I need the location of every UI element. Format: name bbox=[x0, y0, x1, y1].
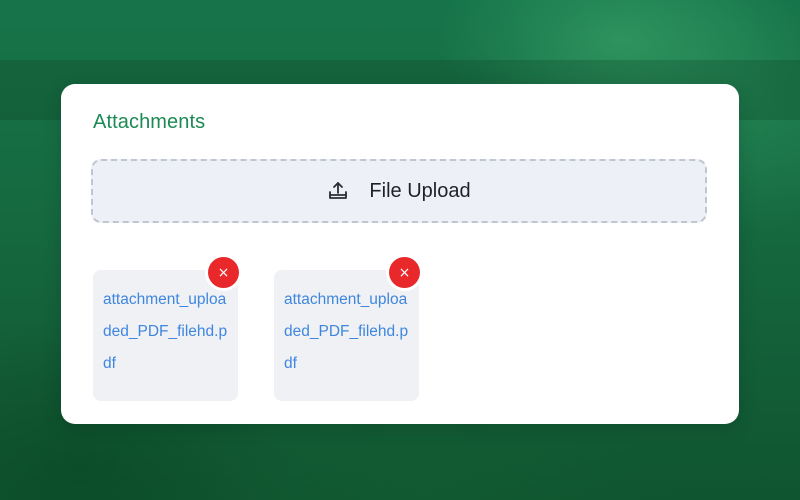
file-upload-dropzone[interactable]: File Upload bbox=[91, 159, 707, 223]
close-icon: × bbox=[398, 264, 411, 281]
attachments-card: Attachments File Upload attachment_uploa… bbox=[61, 84, 739, 424]
remove-attachment-button[interactable]: × bbox=[389, 257, 420, 288]
attachment-file-name[interactable]: attachment_uploaded_PDF_filehd.pdf bbox=[103, 284, 229, 380]
file-upload-label: File Upload bbox=[369, 179, 471, 202]
attachments-title: Attachments bbox=[93, 111, 206, 133]
upload-icon bbox=[327, 180, 349, 202]
close-icon: × bbox=[217, 264, 230, 281]
remove-attachment-button[interactable]: × bbox=[208, 257, 239, 288]
attachment-file-name[interactable]: attachment_uploaded_PDF_filehd.pdf bbox=[284, 284, 410, 380]
attachment-tile: attachment_uploaded_PDF_filehd.pdf × bbox=[93, 257, 239, 401]
attachment-tile: attachment_uploaded_PDF_filehd.pdf × bbox=[274, 257, 420, 401]
